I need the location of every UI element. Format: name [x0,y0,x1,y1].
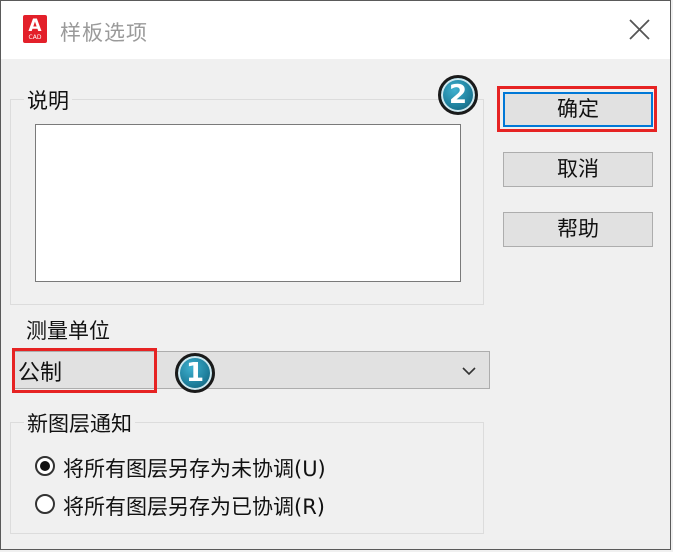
cancel-button[interactable]: 取消 [503,152,653,187]
measurement-highlight [12,348,157,393]
radio-reconciled[interactable] [35,494,55,514]
radio-selected-dot [40,461,50,471]
chevron-down-icon [462,367,476,376]
description-label: 说明 [24,85,72,115]
new-layer-label: 新图层通知 [24,408,135,438]
radio-unreconciled-label[interactable]: 将所有图层另存为未协调(U) [63,453,326,483]
measurement-label: 测量单位 [26,319,110,343]
close-icon[interactable] [624,15,654,45]
callout-badge-2: 2 [438,75,478,115]
app-icon-sub: CAD [28,34,42,41]
window-title: 样板选项 [60,21,148,45]
radio-unreconciled[interactable] [35,456,55,476]
app-icon-letter: A [28,16,42,36]
title-bar[interactable]: A CAD 样板选项 [1,1,670,59]
ok-button-highlight [497,86,657,132]
callout-badge-1: 1 [175,353,215,393]
description-textarea[interactable] [35,124,461,282]
autocad-app-icon: A CAD [23,15,47,43]
help-button[interactable]: 帮助 [503,212,653,247]
radio-reconciled-label[interactable]: 将所有图层另存为已协调(R) [63,491,325,521]
